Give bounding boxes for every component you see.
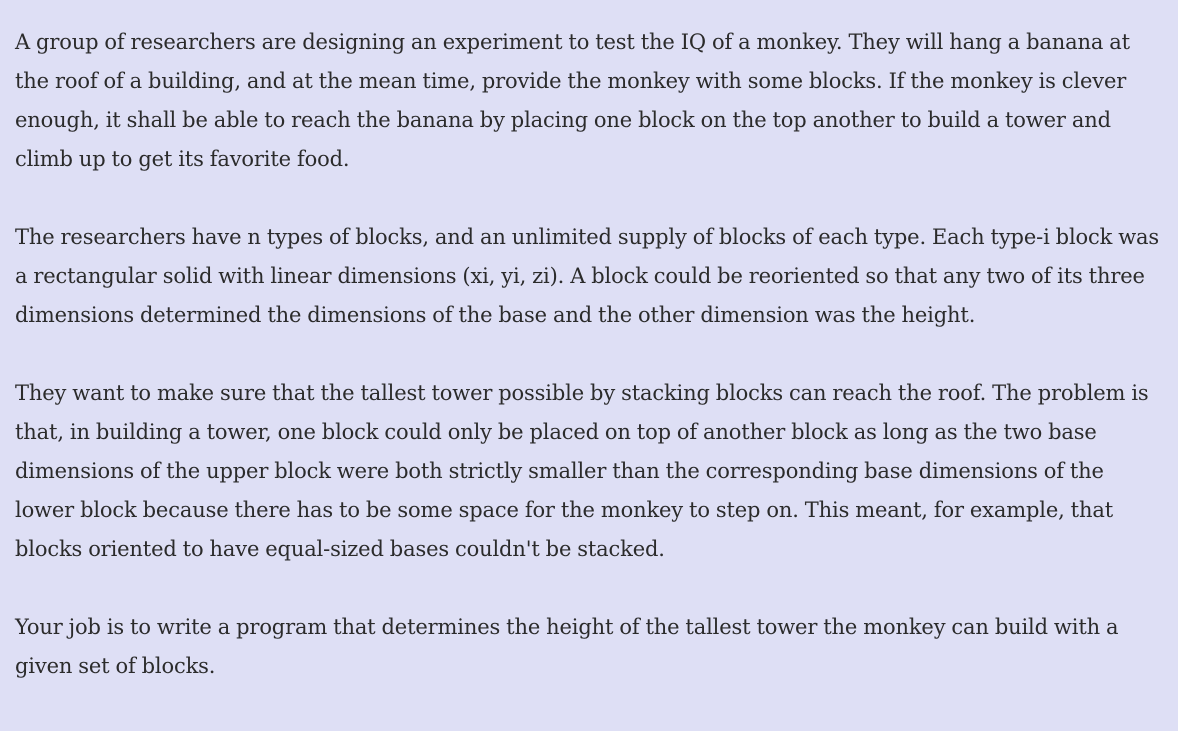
problem-paragraph: They want to make sure that the tallest … [15, 381, 1149, 561]
problem-description: A group of researchers are designing an … [0, 0, 1178, 686]
problem-paragraph: The researchers have n types of blocks, … [15, 225, 1160, 327]
problem-paragraph: A group of researchers are designing an … [15, 30, 1130, 171]
problem-paragraph: Your job is to write a program that dete… [15, 615, 1119, 678]
